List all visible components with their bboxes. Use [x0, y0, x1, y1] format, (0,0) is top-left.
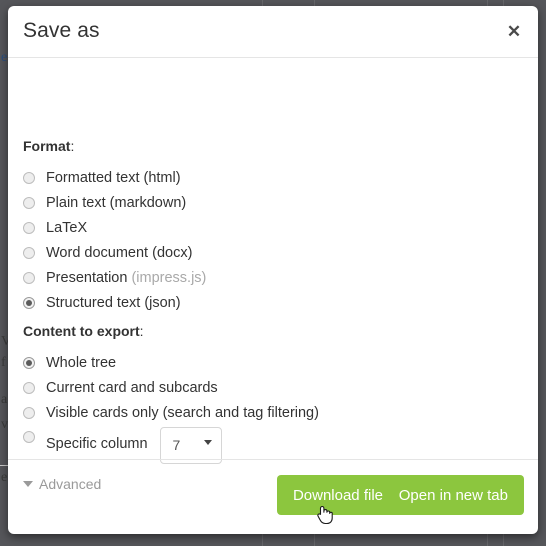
radio-label: Word document (docx) — [46, 244, 193, 261]
radio-content-whole-tree[interactable]: Whole tree — [23, 353, 116, 372]
radio-format-markdown[interactable]: Plain text (markdown) — [23, 193, 186, 212]
dialog-header: Save as ✕ — [8, 6, 538, 58]
radio-indicator[interactable] — [23, 356, 35, 369]
radio-label: Formatted text (html) — [46, 169, 181, 186]
dialog-footer: Download file Open in new tab — [8, 459, 538, 534]
radio-indicator[interactable] — [23, 246, 35, 259]
radio-indicator[interactable] — [23, 196, 35, 209]
radio-format-json[interactable]: Structured text (json) — [23, 293, 181, 312]
radio-label: Structured text (json) — [46, 294, 181, 311]
radio-label-main: Presentation — [46, 269, 132, 286]
radio-indicator[interactable] — [23, 221, 35, 234]
open-in-new-tab-button[interactable]: Open in new tab — [382, 475, 524, 515]
chevron-down-icon — [203, 440, 212, 445]
background-text-fragment: a — [1, 392, 8, 407]
radio-indicator[interactable] — [23, 296, 35, 309]
dialog-body: Format: Formatted text (html) Plain text… — [8, 58, 538, 492]
radio-label: Whole tree — [46, 354, 117, 371]
radio-label: Visible cards only (search and tag filte… — [46, 404, 319, 421]
radio-label: Presentation (impress.js) — [46, 270, 206, 286]
radio-format-docx[interactable]: Word document (docx) — [23, 243, 192, 262]
radio-format-html[interactable]: Formatted text (html) — [23, 168, 181, 187]
download-file-button[interactable]: Download file — [276, 475, 399, 515]
radio-content-current-card[interactable]: Current card and subcards — [23, 378, 218, 397]
radio-label: Specific column — [46, 436, 148, 452]
radio-format-impressjs[interactable]: Presentation (impress.js) — [23, 268, 206, 287]
dialog-title: Save as — [23, 19, 100, 42]
background-text-fragment: f — [1, 355, 6, 370]
column-select-value: 7 — [172, 437, 181, 453]
screen: e V f a v e Save as ✕ Format: Formatted … — [0, 0, 546, 546]
format-section-label-text: Format — [23, 138, 71, 154]
radio-indicator[interactable] — [23, 381, 35, 394]
radio-indicator[interactable] — [23, 271, 35, 284]
content-section-label: Content to export: — [23, 323, 144, 339]
radio-indicator[interactable] — [23, 171, 35, 184]
radio-indicator[interactable] — [23, 406, 35, 419]
content-section-colon: : — [139, 323, 144, 339]
format-section-label: Format: — [23, 138, 74, 154]
radio-label: Current card and subcards — [46, 379, 218, 396]
content-section-label-text: Content to export — [23, 323, 140, 339]
radio-format-latex[interactable]: LaTeX — [23, 218, 87, 237]
close-icon[interactable]: ✕ — [503, 21, 525, 43]
radio-content-visible-cards[interactable]: Visible cards only (search and tag filte… — [23, 403, 319, 422]
radio-label-muted: (impress.js) — [131, 269, 207, 286]
radio-indicator[interactable] — [23, 431, 35, 443]
radio-label: Plain text (markdown) — [46, 194, 187, 211]
background-text-fragment: e — [1, 50, 8, 65]
format-section-colon: : — [70, 138, 75, 154]
background-text-fragment: e — [1, 470, 8, 485]
save-as-dialog: Save as ✕ Format: Formatted text (html) … — [8, 6, 538, 534]
radio-label: LaTeX — [46, 219, 88, 236]
background-text-fragment: v — [1, 417, 8, 432]
